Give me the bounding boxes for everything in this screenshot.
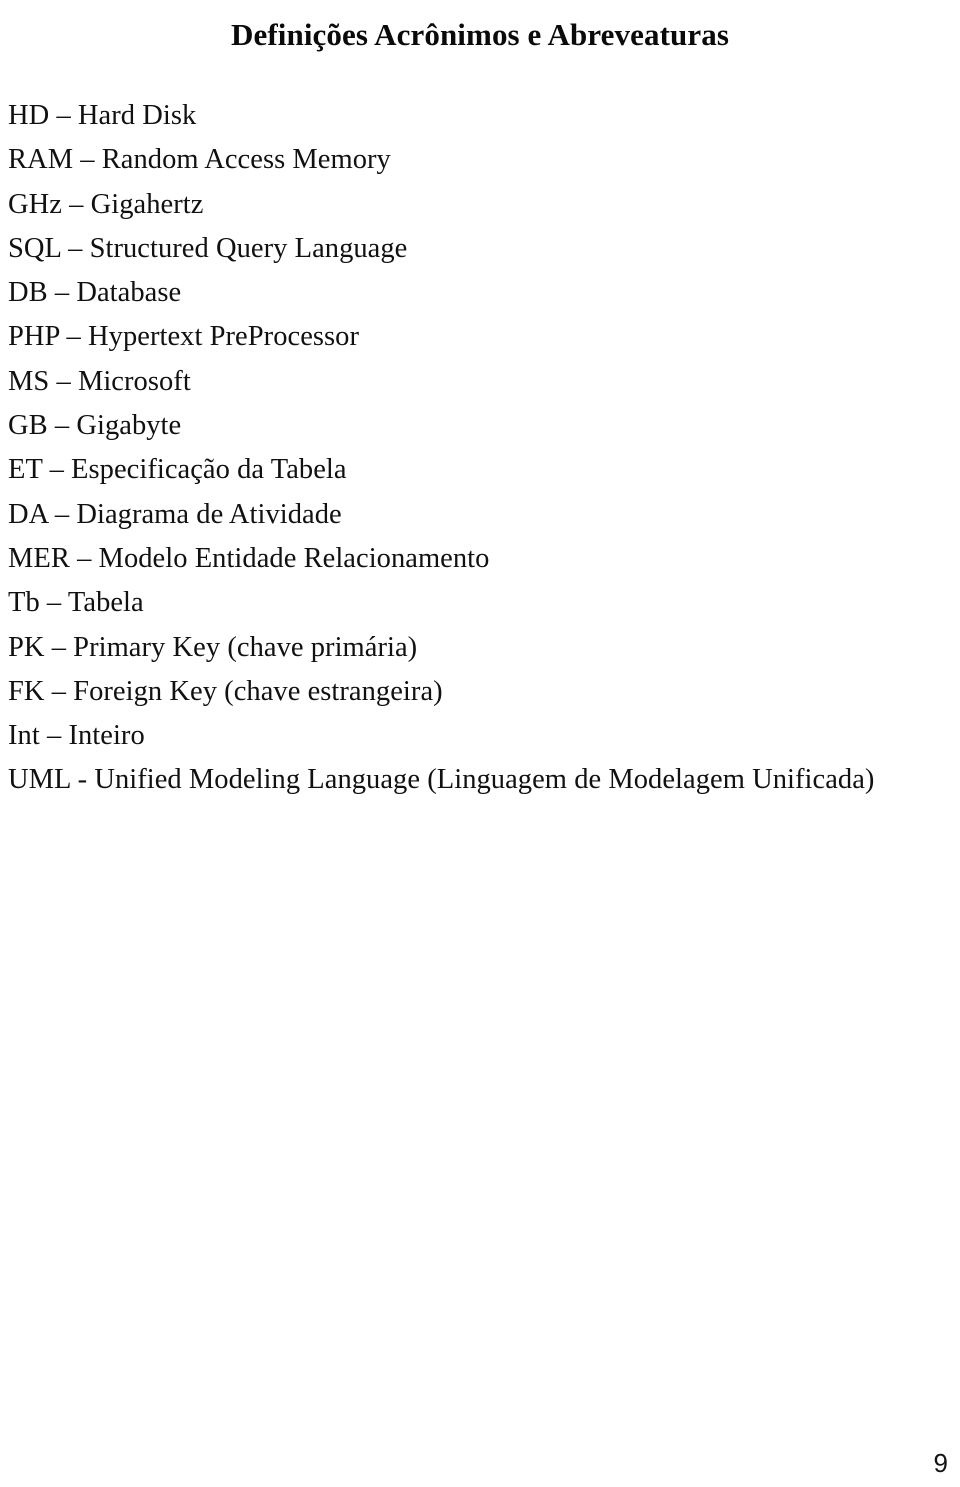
page-title: Definições Acrônimos e Abreveaturas xyxy=(231,16,729,52)
list-item: DB – Database xyxy=(8,277,182,309)
list-item: GB – Gigabyte xyxy=(8,410,182,442)
list-item: PK – Primary Key (chave primária) xyxy=(8,631,418,663)
list-item: ET – Especificação da Tabela xyxy=(8,454,347,486)
list-item: FK – Foreign Key (chave estrangeira) xyxy=(8,675,443,707)
list-item: Int – Inteiro xyxy=(8,720,145,752)
document-page: Definições Acrônimos e Abreveaturas HD –… xyxy=(0,0,960,1487)
list-item: HD – Hard Disk xyxy=(8,100,197,131)
list-item: MER – Modelo Entidade Relacionamento xyxy=(8,542,490,574)
list-item: SQL – Structured Query Language xyxy=(8,232,408,264)
list-item: UML - Unified Modeling Language (Linguag… xyxy=(8,764,875,796)
list-item: Tb – Tabela xyxy=(8,587,144,619)
list-item: PHP – Hypertext PreProcessor xyxy=(8,321,360,353)
list-item: GHz – Gigahertz xyxy=(8,188,204,220)
page-number: 9 xyxy=(933,1448,948,1478)
list-item: DA – Diagrama de Atividade xyxy=(8,498,342,530)
list-item: RAM – Random Access Memory xyxy=(8,144,391,176)
list-item: MS – Microsoft xyxy=(8,365,191,397)
acronym-definition-list: HD – Hard Disk RAM – Random Access Memor… xyxy=(8,94,938,803)
